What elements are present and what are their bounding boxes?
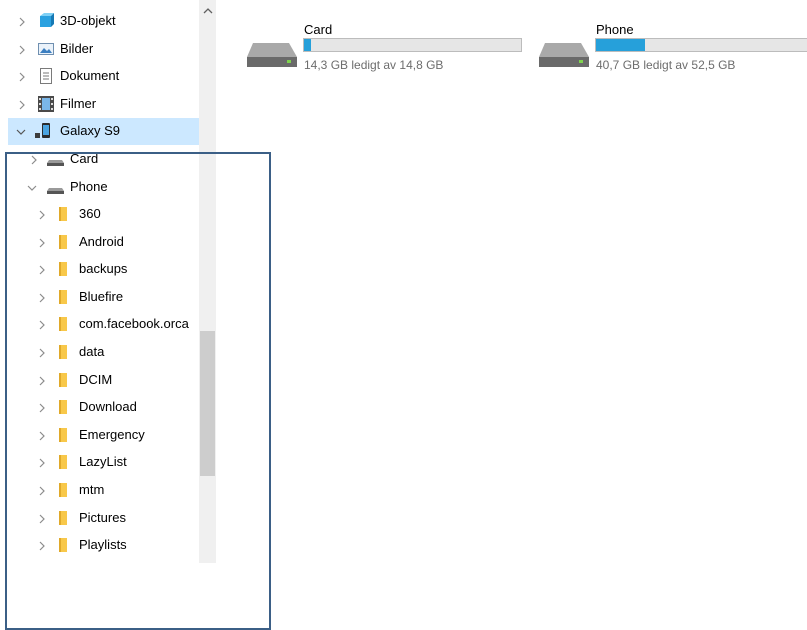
- nav-item-galaxy-s9[interactable]: Galaxy S9: [8, 118, 199, 145]
- chevron-right-icon[interactable]: [37, 514, 47, 524]
- folder-item[interactable]: 360: [0, 201, 199, 228]
- folder-label: com.facebook.orca: [79, 316, 189, 331]
- folder-icon: [58, 537, 74, 553]
- nav-item-label: Card: [70, 151, 99, 166]
- folder-label: 360: [79, 206, 101, 221]
- chevron-right-icon[interactable]: [17, 45, 27, 55]
- folder-icon: [58, 344, 74, 360]
- nav-item-card[interactable]: Card: [0, 146, 199, 173]
- folder-item[interactable]: com.facebook.orca: [0, 311, 199, 338]
- folder-icon: [58, 206, 74, 222]
- folder-item[interactable]: backups: [0, 256, 199, 283]
- folder-icon: [58, 234, 74, 250]
- nav-item-label: Phone: [70, 179, 108, 194]
- folder-label: Android: [79, 234, 124, 249]
- chevron-right-icon[interactable]: [17, 72, 27, 82]
- folder-label: Download: [79, 399, 137, 414]
- chevron-right-icon[interactable]: [29, 155, 39, 165]
- folder-label: LazyList: [79, 454, 127, 469]
- phone-device-icon: [35, 123, 51, 139]
- nav-item-label: Dokument: [60, 68, 120, 83]
- nav-item-videos[interactable]: Filmer: [0, 91, 199, 118]
- chevron-right-icon[interactable]: [37, 348, 47, 358]
- folder-label: Playlists: [79, 537, 127, 552]
- pictures-icon: [38, 41, 54, 57]
- videos-icon: [38, 96, 54, 112]
- nav-item-pictures[interactable]: Bilder: [0, 36, 199, 63]
- nav-item-label: Galaxy S9: [60, 123, 120, 138]
- chevron-down-icon[interactable]: [16, 127, 26, 137]
- folder-label: mtm: [79, 482, 105, 497]
- drive-usage-bar: [595, 38, 807, 52]
- chevron-right-icon[interactable]: [37, 265, 47, 275]
- folder-icon: [58, 454, 74, 470]
- nav-item-label: Filmer: [60, 96, 97, 111]
- folder-icon: [58, 316, 74, 332]
- chevron-right-icon[interactable]: [17, 100, 27, 110]
- nav-item-3d-objects[interactable]: 3D-objekt: [0, 8, 199, 35]
- drive-usage-fill: [596, 39, 645, 51]
- folder-label: Emergency: [79, 427, 145, 442]
- drive-icon: [539, 39, 589, 76]
- drive-name: Card: [304, 22, 333, 37]
- folder-item[interactable]: Emergency: [0, 422, 199, 449]
- chevron-right-icon[interactable]: [37, 293, 47, 303]
- chevron-down-icon[interactable]: [27, 183, 37, 193]
- folder-item[interactable]: LazyList: [0, 449, 199, 476]
- folder-item[interactable]: Android: [0, 229, 199, 256]
- folder-icon: [58, 482, 74, 498]
- folder-item[interactable]: Playlists: [0, 532, 199, 559]
- 3d-objects-icon: [38, 13, 54, 29]
- chevron-right-icon[interactable]: [37, 320, 47, 330]
- chevron-right-icon[interactable]: [37, 403, 47, 413]
- documents-icon: [38, 68, 54, 84]
- folder-icon: [58, 427, 74, 443]
- folder-label: Pictures: [79, 510, 126, 525]
- folder-item[interactable]: data: [0, 339, 199, 366]
- nav-item-label: 3D-objekt: [60, 13, 116, 28]
- folder-icon: [58, 289, 74, 305]
- folder-icon: [58, 261, 74, 277]
- chevron-right-icon[interactable]: [37, 210, 47, 220]
- nav-item-documents[interactable]: Dokument: [0, 63, 199, 90]
- drive-free-space: 14,3 GB ledigt av 14,8 GB: [304, 58, 444, 72]
- nav-scrollbar[interactable]: [199, 0, 216, 563]
- scroll-up-arrow-icon[interactable]: [199, 7, 216, 21]
- drive-icon: [47, 151, 64, 167]
- chevron-right-icon[interactable]: [37, 458, 47, 468]
- folder-icon: [58, 372, 74, 388]
- drive-usage-bar: [303, 38, 522, 52]
- navigation-pane: 3D-objekt Bilder Dokument Filmer Galaxy …: [0, 0, 218, 620]
- folder-item[interactable]: Pictures: [0, 505, 199, 532]
- chevron-right-icon[interactable]: [37, 541, 47, 551]
- scroll-thumb[interactable]: [200, 331, 215, 476]
- folder-item[interactable]: Download: [0, 394, 199, 421]
- drive-name: Phone: [596, 22, 634, 37]
- chevron-right-icon[interactable]: [37, 376, 47, 386]
- chevron-right-icon[interactable]: [37, 431, 47, 441]
- nav-item-phone[interactable]: Phone: [0, 174, 199, 201]
- drive-free-space: 40,7 GB ledigt av 52,5 GB: [596, 58, 736, 72]
- folder-label: DCIM: [79, 372, 113, 387]
- chevron-right-icon[interactable]: [17, 17, 27, 27]
- folder-label: data: [79, 344, 105, 359]
- drive-tile-phone[interactable]: Phone 40,7 GB ledigt av 52,5 GB: [539, 20, 807, 80]
- folder-label: Bluefire: [79, 289, 124, 304]
- chevron-right-icon[interactable]: [37, 486, 47, 496]
- folder-icon: [58, 399, 74, 415]
- nav-item-label: Bilder: [60, 41, 94, 56]
- drive-usage-fill: [304, 39, 312, 51]
- folder-item[interactable]: mtm: [0, 477, 199, 504]
- drive-tile-card[interactable]: Card 14,3 GB ledigt av 14,8 GB: [247, 20, 527, 80]
- folder-item[interactable]: Bluefire: [0, 284, 199, 311]
- folder-item[interactable]: DCIM: [0, 367, 199, 394]
- folder-label: backups: [79, 261, 128, 276]
- chevron-right-icon[interactable]: [37, 238, 47, 248]
- folder-icon: [58, 510, 74, 526]
- drive-icon: [247, 39, 297, 76]
- drive-icon: [47, 179, 64, 195]
